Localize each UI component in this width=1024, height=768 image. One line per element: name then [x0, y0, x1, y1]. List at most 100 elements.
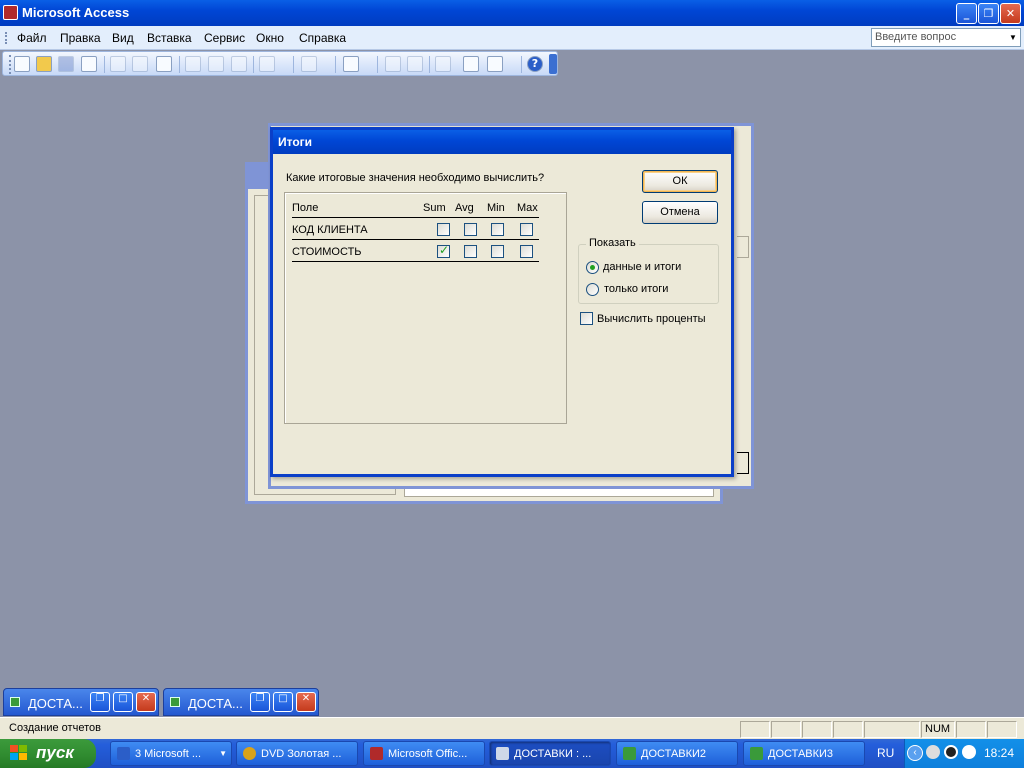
report-icon	[623, 747, 636, 760]
search-file-icon[interactable]	[81, 56, 97, 72]
row-field-label: КОД КЛИЕНТА	[292, 224, 368, 236]
language-indicator[interactable]: RU	[877, 746, 894, 760]
cancel-button[interactable]: Отмена	[642, 201, 718, 224]
help-placeholder: Введите вопрос	[875, 31, 957, 43]
status-cell	[956, 721, 986, 738]
menu-help[interactable]: Справка	[299, 31, 346, 45]
taskbar-button-dvd[interactable]: DVD Золотая ...	[236, 741, 358, 766]
totals-only-label[interactable]: только итоги	[604, 283, 668, 295]
calculate-percent-label[interactable]: Вычислить проценты	[597, 313, 706, 325]
taskbar-button-label: ДОСТАВКИ2	[641, 748, 707, 760]
close-button[interactable]: ✕	[296, 692, 316, 712]
open-folder-icon[interactable]	[36, 56, 52, 72]
avg-checkbox[interactable]	[464, 245, 477, 258]
minimized-window[interactable]: ДОСТА... ❐ □ ✕	[3, 688, 159, 716]
restore-button[interactable]: ❐	[978, 3, 999, 24]
restore-button[interactable]: ❐	[250, 692, 270, 712]
undo-icon[interactable]	[259, 56, 275, 72]
menu-window[interactable]: Окно	[256, 31, 284, 45]
network-icon[interactable]	[962, 745, 976, 759]
toolbar-separator	[377, 56, 378, 73]
taskbar-button-deliveries3[interactable]: ДОСТАВКИ3	[743, 741, 865, 766]
sum-checkbox[interactable]	[437, 243, 450, 258]
relationships-icon[interactable]	[407, 56, 423, 72]
toolbar-separator	[253, 56, 254, 73]
toolbar-separator	[104, 56, 105, 73]
avg-checkbox[interactable]	[464, 223, 477, 236]
media-icon[interactable]	[944, 745, 958, 759]
toolbar-separator	[179, 56, 180, 73]
chevron-down-icon[interactable]: ▼	[1006, 29, 1020, 46]
row-divider	[292, 217, 539, 218]
menu-file[interactable]: Файл	[17, 31, 47, 45]
copy-icon[interactable]	[208, 56, 224, 72]
row-divider	[292, 239, 539, 240]
speaker-icon[interactable]	[926, 745, 940, 759]
menu-view[interactable]: Вид	[112, 31, 134, 45]
spelling-icon[interactable]	[156, 56, 172, 72]
cut-icon[interactable]	[185, 56, 201, 72]
show-hidden-icons-button[interactable]: ‹	[907, 745, 923, 761]
totals-grid: Поле Sum Avg Min Max КОД КЛИЕНТА СТОИМОС…	[284, 192, 567, 424]
new-file-icon[interactable]	[14, 56, 30, 72]
close-button[interactable]: ✕	[136, 692, 156, 712]
windows-flag-icon	[10, 745, 27, 760]
new-object-icon[interactable]	[487, 56, 503, 72]
print-preview-icon[interactable]	[132, 56, 148, 72]
sum-checkbox[interactable]	[437, 223, 450, 236]
status-bar: Создание отчетов NUM	[0, 717, 1024, 739]
data-and-totals-radio[interactable]	[586, 261, 599, 274]
min-checkbox[interactable]	[491, 245, 504, 258]
taskbar-button-label: DVD Золотая ...	[261, 748, 342, 760]
taskbar-button-word[interactable]: 3 Microsoft ... ▼	[110, 741, 232, 766]
taskbar-button-deliveries[interactable]: ДОСТАВКИ : ...	[489, 741, 611, 766]
taskbar-button-deliveries2[interactable]: ДОСТАВКИ2	[616, 741, 738, 766]
max-checkbox[interactable]	[520, 223, 533, 236]
min-checkbox[interactable]	[491, 223, 504, 236]
paste-icon[interactable]	[231, 56, 247, 72]
taskbar-button-label: ДОСТАВКИ : ...	[514, 748, 592, 760]
dvd-icon	[243, 747, 256, 760]
form-icon	[496, 747, 509, 760]
wizard-button-edge	[737, 452, 749, 474]
analyze-icon[interactable]	[343, 56, 359, 72]
menu-insert[interactable]: Вставка	[147, 31, 192, 45]
database-window-icon[interactable]	[463, 56, 479, 72]
clock[interactable]: 18:24	[984, 746, 1014, 760]
restore-button[interactable]: ❐	[90, 692, 110, 712]
show-options-group: Показать данные и итоги только итоги	[578, 237, 719, 304]
toolbar-separator	[429, 56, 430, 73]
print-icon[interactable]	[110, 56, 126, 72]
start-button[interactable]: пуск	[0, 739, 96, 768]
menu-edit[interactable]: Правка	[60, 31, 101, 45]
start-label: пуск	[36, 743, 74, 762]
status-cell	[987, 721, 1017, 738]
maximize-button[interactable]: □	[273, 692, 293, 712]
ok-button[interactable]: ОК	[642, 170, 718, 193]
help-search-input[interactable]: Введите вопрос ▼	[871, 28, 1021, 47]
minimized-window-label: ДОСТА...	[28, 696, 83, 711]
status-cell	[740, 721, 770, 738]
help-icon[interactable]: ?	[527, 56, 543, 72]
calculate-percent-checkbox[interactable]	[580, 312, 593, 325]
toolbar-grip[interactable]	[9, 55, 11, 74]
menu-grip	[5, 32, 7, 44]
office-links-icon[interactable]	[301, 56, 317, 72]
close-button[interactable]: ✕	[1000, 3, 1021, 24]
totals-only-radio[interactable]	[586, 283, 599, 296]
menu-tools[interactable]: Сервис	[204, 31, 245, 45]
status-cell	[802, 721, 832, 738]
save-icon[interactable]	[58, 56, 74, 72]
max-checkbox[interactable]	[520, 245, 533, 258]
code-icon[interactable]	[435, 56, 451, 72]
taskbar-button-office[interactable]: Microsoft Offic...	[363, 741, 485, 766]
data-and-totals-label[interactable]: данные и итоги	[603, 261, 681, 273]
report-icon	[170, 697, 180, 707]
app-title: Microsoft Access	[22, 5, 130, 20]
properties-icon[interactable]	[385, 56, 401, 72]
minimized-window[interactable]: ДОСТА... ❐ □ ✕	[163, 688, 319, 716]
report-icon	[10, 697, 20, 707]
toolbar-options-button[interactable]	[549, 54, 557, 74]
maximize-button[interactable]: □	[113, 692, 133, 712]
minimize-button[interactable]: _	[956, 3, 977, 24]
